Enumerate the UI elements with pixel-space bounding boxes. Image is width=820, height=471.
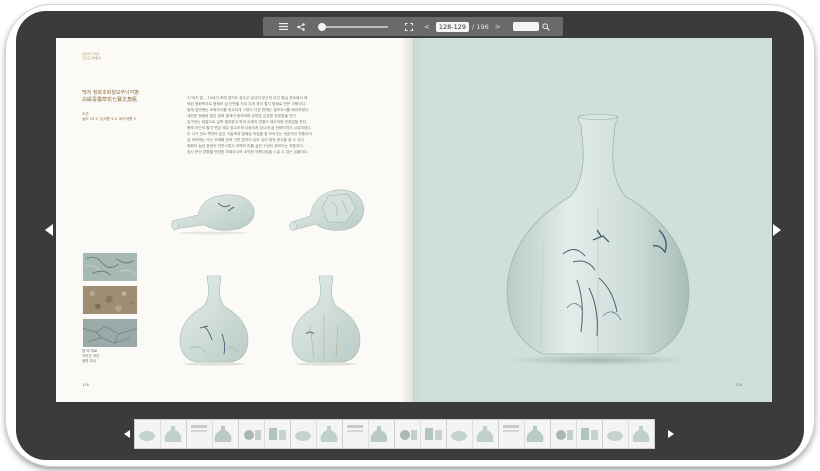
menu-icon[interactable] bbox=[276, 17, 290, 36]
meta-dimensions: 높이 29.5, 입지름 5.5, 바닥지름 9 bbox=[82, 117, 136, 121]
page-range-field[interactable]: 128-129 bbox=[435, 21, 470, 32]
page-thumbnail[interactable] bbox=[343, 420, 394, 448]
series-label: 분청사기·백자 조선도자명품선 bbox=[82, 52, 110, 60]
artifact-meta: 조선 높이 29.5, 입지름 5.5, 바닥지름 9 bbox=[82, 112, 172, 122]
left-page-number: 128 bbox=[82, 383, 89, 387]
search-icon[interactable] bbox=[539, 17, 553, 36]
page-total-label: / 196 bbox=[472, 22, 489, 31]
essay-line: 당시 문인 취향을 반영한 초화무늬의 소박한 아름다움을 느낄 수 있는 유물… bbox=[187, 150, 309, 154]
thumbnail-prev-arrow[interactable] bbox=[124, 430, 130, 438]
zoom-slider[interactable] bbox=[318, 22, 388, 31]
artifact-title: 백자 청화초화칠보무늬각병 白磁靑畵草花七寶文角甁 bbox=[82, 90, 162, 104]
page-thumbnail[interactable] bbox=[603, 420, 654, 448]
thumbnail-next-arrow[interactable] bbox=[668, 430, 674, 438]
page-thumbnail[interactable] bbox=[551, 420, 602, 448]
previous-page-arrow[interactable] bbox=[45, 224, 53, 236]
share-icon[interactable] bbox=[294, 17, 308, 36]
vase-hero-photo bbox=[506, 114, 690, 366]
page-thumbnail[interactable] bbox=[447, 420, 498, 448]
detail-caption: 영·의 자료 각이진 곡선 정면 무늬 bbox=[82, 349, 112, 364]
essay-text: 17세기 말 – 18세기 초에 경기도 광주군 금사리 부근의 조선 왕실 관… bbox=[187, 95, 387, 155]
detail-image-base bbox=[82, 286, 138, 314]
vase-front-photo bbox=[179, 275, 249, 366]
detail-image-glaze bbox=[82, 253, 138, 281]
artifact-title-korean: 백자 청화초화칠보무늬각병 bbox=[82, 90, 139, 96]
vase-base-photo bbox=[289, 189, 365, 231]
thumbnail-strip bbox=[124, 420, 674, 449]
fullscreen-icon[interactable] bbox=[402, 17, 416, 36]
vase-side-photo bbox=[291, 275, 361, 366]
page-thumbnail[interactable] bbox=[291, 420, 342, 448]
flipbook-viewer: < 128-129 / 196 > 분청사기·백자 조선도자명품선 백자 청화초… bbox=[16, 11, 804, 460]
caption-line: 정면 무늬 bbox=[82, 359, 96, 363]
prev-page-button[interactable]: < bbox=[424, 23, 430, 31]
zoom-slider-thumb[interactable] bbox=[318, 22, 326, 31]
book-spread: 분청사기·백자 조선도자명품선 백자 청화초화칠보무늬각병 白磁靑畵草花七寶文角… bbox=[56, 38, 772, 402]
detail-image-crackle bbox=[82, 319, 138, 347]
artifact-title-hanja: 白磁靑畵草花七寶文角甁 bbox=[82, 97, 138, 103]
page-thumbnail[interactable] bbox=[395, 420, 446, 448]
right-page-number: 129 bbox=[735, 383, 742, 387]
viewer-toolbar: < 128-129 / 196 > bbox=[263, 17, 563, 36]
right-page: 129 bbox=[413, 38, 772, 402]
page-thumbnail[interactable] bbox=[499, 420, 550, 448]
next-page-button[interactable]: > bbox=[495, 23, 501, 31]
page-thumbnail[interactable] bbox=[187, 420, 238, 448]
left-page: 분청사기·백자 조선도자명품선 백자 청화초화칠보무늬각병 白磁靑畵草花七寶文角… bbox=[56, 38, 413, 402]
next-page-arrow[interactable] bbox=[773, 224, 781, 236]
vase-lying-photo bbox=[171, 194, 255, 235]
page-thumbnail[interactable] bbox=[135, 420, 186, 448]
page-gutter bbox=[401, 38, 425, 402]
series-line: 조선도자명품선 bbox=[82, 56, 102, 60]
page-thumbnail[interactable] bbox=[239, 420, 290, 448]
search-input[interactable] bbox=[512, 22, 539, 31]
